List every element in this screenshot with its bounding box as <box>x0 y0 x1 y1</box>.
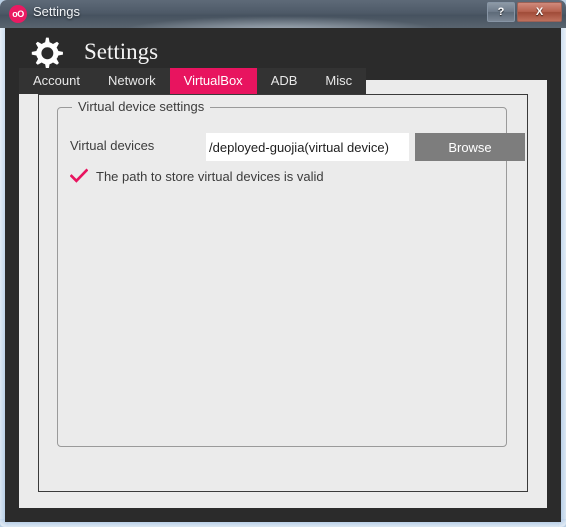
group-title: Virtual device settings <box>72 99 211 114</box>
content-panel: Virtual device settings Virtual devices … <box>19 80 547 508</box>
browse-button[interactable]: Browse <box>415 133 525 161</box>
virtual-devices-label: Virtual devices <box>70 138 155 153</box>
check-icon <box>70 168 88 183</box>
gear-icon <box>31 37 63 69</box>
tab-adb[interactable]: ADB <box>257 68 312 94</box>
tab-network[interactable]: Network <box>94 68 170 94</box>
app-logo-icon: oO <box>9 5 27 23</box>
tab-strip: Account Network VirtualBox ADB Misc <box>19 68 367 94</box>
help-button[interactable]: ? <box>487 2 515 22</box>
virtual-devices-row: Virtual devices Browse <box>70 133 525 161</box>
close-button[interactable]: X <box>517 2 562 22</box>
app-body: Settings Account Network VirtualBox ADB … <box>5 28 561 522</box>
tab-panel-virtualbox: Virtual device settings Virtual devices … <box>38 94 528 492</box>
validation-message: The path to store virtual devices is val… <box>96 168 324 184</box>
tab-account[interactable]: Account <box>19 68 94 94</box>
title-bar[interactable]: oO Settings ? X <box>0 0 566 28</box>
page-title: Settings <box>84 39 159 64</box>
tab-misc[interactable]: Misc <box>311 68 366 94</box>
window-title: Settings <box>33 4 80 19</box>
virtual-device-settings-group: Virtual device settings Virtual devices … <box>57 99 525 447</box>
settings-window: oO Settings ? X Settings Account Network… <box>0 0 566 527</box>
title-bar-sheen <box>120 16 440 28</box>
window-controls: ? X <box>487 2 562 22</box>
tab-virtualbox[interactable]: VirtualBox <box>169 68 257 94</box>
virtual-devices-path-input[interactable] <box>206 133 409 161</box>
path-validation-status: The path to store virtual devices is val… <box>70 168 324 184</box>
